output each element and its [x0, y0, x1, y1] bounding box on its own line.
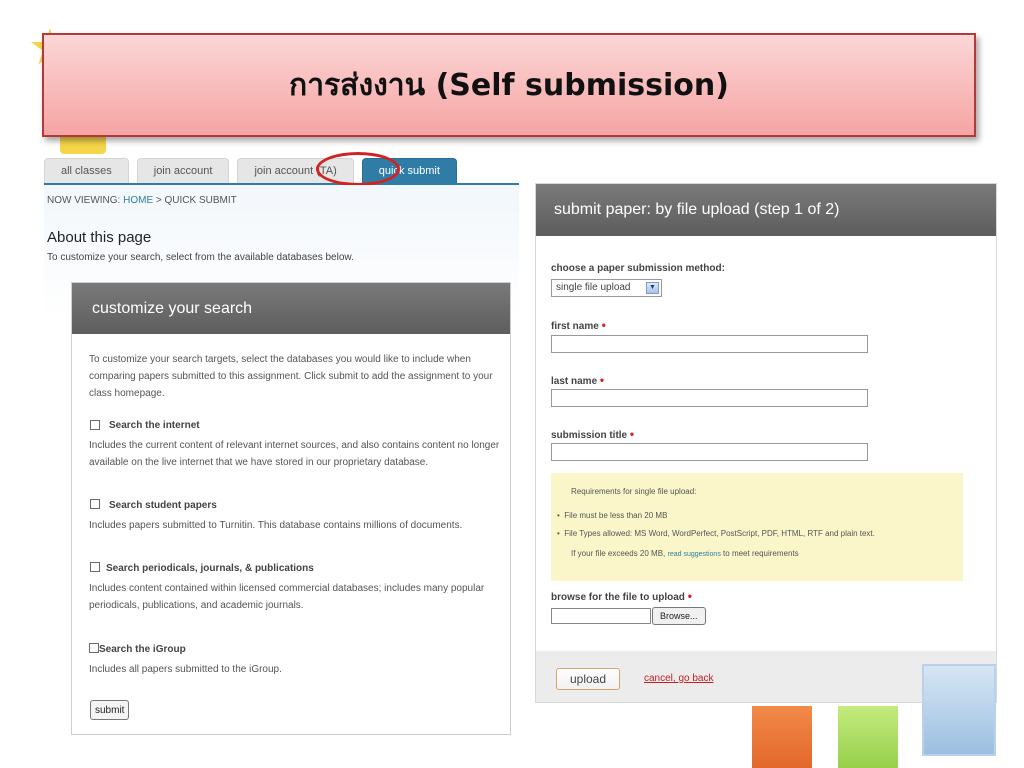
requirement-item-text: File Types allowed: MS Word, WordPerfect…: [564, 529, 875, 538]
option-title-igroup: Search the iGroup: [99, 644, 186, 655]
required-marker: •: [601, 318, 606, 332]
page-title: การส่งงาน (Self submission): [289, 67, 729, 103]
breadcrumb-separator: >: [153, 195, 165, 206]
last-name-field[interactable]: [551, 389, 868, 407]
tab-all-classes[interactable]: all classes: [44, 158, 129, 183]
breadcrumb: NOW VIEWING: HOME > QUICK SUBMIT: [47, 195, 237, 206]
submission-method-value: single file upload: [556, 282, 631, 293]
first-name-label-text: first name: [551, 321, 599, 332]
option-desc-igroup: Includes all papers submitted to the iGr…: [89, 664, 282, 675]
option-desc-periodicals: Includes content contained within licens…: [89, 583, 485, 611]
highlight-circle: [316, 152, 400, 186]
option-title-periodicals: Search periodicals, journals, & publicat…: [106, 563, 314, 574]
customize-search-heading: customize your search: [92, 300, 253, 317]
requirements-heading: Requirements for single file upload:: [571, 487, 697, 496]
breadcrumb-prefix: NOW VIEWING:: [47, 195, 124, 206]
requirements-note: If your file exceeds 20 MB, read suggest…: [571, 549, 799, 558]
browse-label: browse for the file to upload •: [551, 589, 692, 603]
read-suggestions-link[interactable]: read suggestions: [668, 551, 721, 558]
checkbox-search-student-papers[interactable]: [90, 499, 100, 509]
last-name-label: last name •: [551, 373, 604, 387]
title-banner: การส่งงาน (Self submission): [42, 33, 976, 137]
customize-intro: To customize your search targets, select…: [89, 354, 493, 399]
first-name-field[interactable]: [551, 335, 868, 353]
cancel-link[interactable]: cancel, go back: [644, 673, 714, 684]
submission-method-select[interactable]: single file upload ▼: [551, 279, 662, 297]
method-label: choose a paper submission method:: [551, 263, 725, 274]
customize-search-card: customize your search To customize your …: [71, 282, 511, 735]
submission-title-label: submission title •: [551, 427, 634, 441]
required-marker: •: [629, 427, 635, 441]
required-marker: •: [687, 589, 692, 603]
requirements-note-text: to meet requirements: [720, 549, 799, 558]
checkbox-search-internet[interactable]: [90, 420, 100, 430]
last-name-label-text: last name: [551, 376, 598, 387]
requirement-item: • File must be less than 20 MB: [557, 511, 668, 520]
requirements-note-text: If your file exceeds 20 MB,: [571, 549, 668, 558]
submission-title-label-text: submission title: [551, 430, 628, 441]
decor-block: [922, 664, 996, 756]
submit-button[interactable]: submit: [90, 700, 130, 720]
about-description: To customize your search, select from th…: [47, 252, 354, 263]
option-desc-student-papers: Includes papers submitted to Turnitin. T…: [89, 520, 463, 531]
requirement-item: • File Types allowed: MS Word, WordPerfe…: [557, 529, 875, 538]
decor-block: [838, 706, 898, 768]
upload-button[interactable]: upload: [556, 668, 620, 690]
submit-paper-heading: submit paper: by file upload (step 1 of …: [554, 201, 840, 218]
chevron-down-icon[interactable]: ▼: [646, 282, 659, 294]
option-title-internet: Search the internet: [109, 420, 200, 431]
checkbox-search-periodicals[interactable]: [90, 562, 100, 572]
option-title-student-papers: Search student papers: [109, 500, 217, 511]
required-marker: •: [599, 373, 605, 387]
decor-block: [752, 706, 812, 768]
file-path-field[interactable]: [551, 608, 651, 624]
first-name-label: first name •: [551, 318, 606, 332]
submit-paper-panel: submit paper: by file upload (step 1 of …: [535, 183, 997, 703]
breadcrumb-home-link[interactable]: HOME: [123, 195, 153, 206]
option-desc-internet: Includes the current content of relevant…: [89, 440, 500, 468]
requirements-box: Requirements for single file upload: • F…: [551, 473, 963, 581]
breadcrumb-current: QUICK SUBMIT: [164, 195, 237, 206]
submission-title-field[interactable]: [551, 443, 868, 461]
submit-paper-header: submit paper: by file upload (step 1 of …: [536, 184, 996, 236]
tab-join-account[interactable]: join account: [136, 158, 230, 183]
browse-button[interactable]: Browse...: [652, 607, 706, 625]
about-title: About this page: [47, 229, 152, 246]
browse-label-text: browse for the file to upload: [551, 592, 685, 603]
customize-search-header: customize your search: [72, 283, 510, 334]
requirement-item-text: File must be less than 20 MB: [564, 511, 668, 520]
checkbox-search-igroup[interactable]: [89, 643, 99, 653]
